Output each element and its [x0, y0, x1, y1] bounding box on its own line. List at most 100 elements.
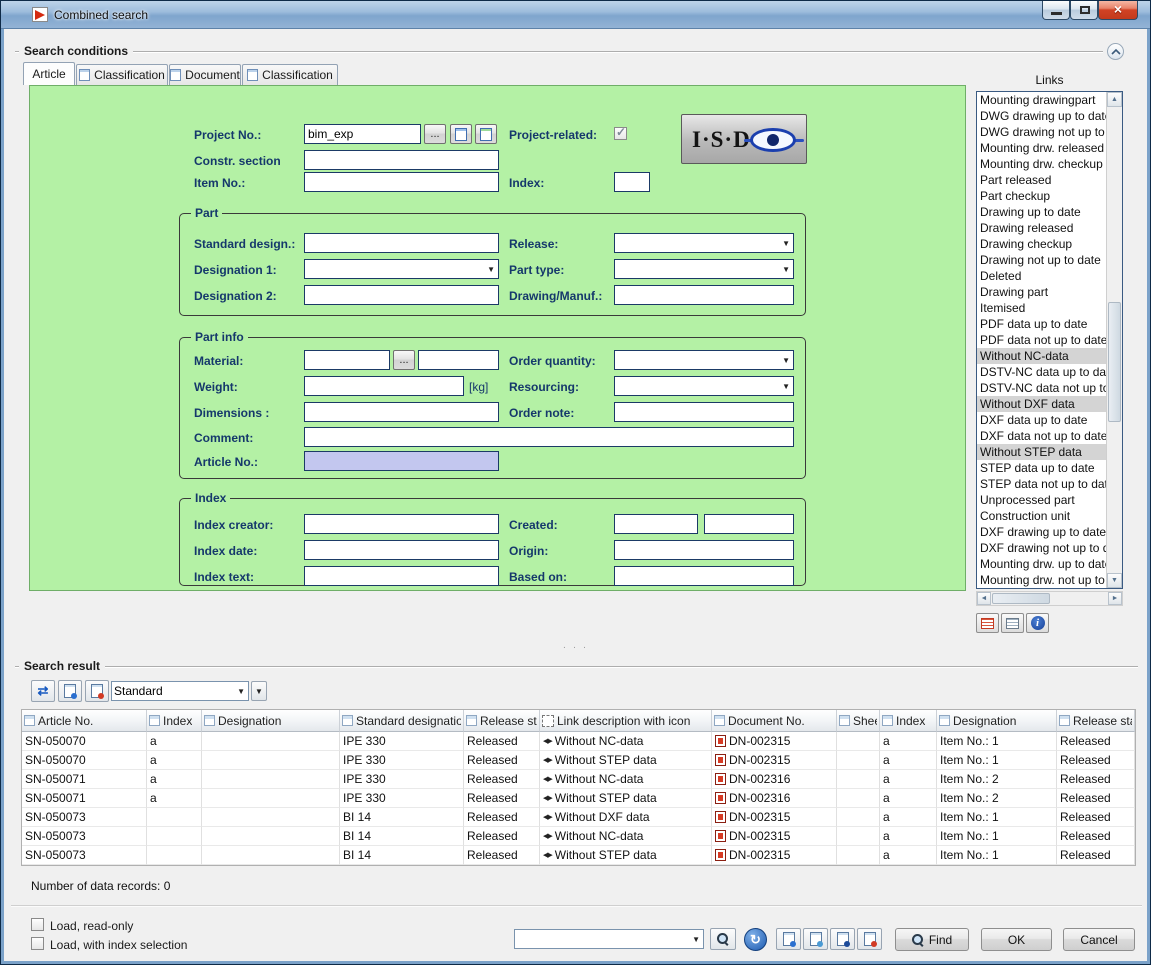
links-list-item[interactable]: Construction unit [977, 508, 1106, 524]
doc-export-button[interactable] [857, 928, 882, 950]
links-vertical-scrollbar[interactable]: ▲ ▼ [1106, 92, 1122, 588]
material-input-2[interactable] [418, 350, 499, 370]
resourcing-combo[interactable]: ▼ [614, 376, 794, 396]
links-list-item[interactable]: Mounting drw. not up to date [977, 572, 1106, 588]
dropdown-arrow-icon[interactable]: ▼ [692, 935, 700, 945]
column-header-release_status[interactable]: Release status [464, 710, 540, 732]
designation1-combo[interactable]: ▼ [304, 259, 499, 279]
column-header-release_status2[interactable]: Release status [1057, 710, 1135, 732]
dimensions-input[interactable] [304, 402, 499, 422]
view-select-value[interactable] [114, 683, 232, 699]
release-combo[interactable]: ▼ [614, 233, 794, 253]
scroll-up-button[interactable]: ▲ [1107, 92, 1122, 107]
links-list-item[interactable]: DSTV-NC data up to date [977, 364, 1106, 380]
project-select-button[interactable] [475, 124, 497, 144]
project-related-checkbox[interactable]: ✓ [614, 127, 627, 140]
scroll-left-button[interactable]: ◄ [977, 592, 991, 605]
tab-document[interactable]: Document [169, 64, 241, 85]
order-note-input[interactable] [614, 402, 794, 422]
splitter-handle[interactable]: · · · [1, 642, 1150, 653]
links-list-item[interactable]: Drawing released [977, 220, 1106, 236]
origin-input[interactable] [614, 540, 794, 560]
tab-classification-document[interactable]: Classification [242, 64, 338, 85]
dropdown-arrow-icon[interactable]: ▼ [782, 239, 790, 249]
tab-article[interactable]: Article [23, 62, 75, 85]
index-date-input[interactable] [304, 540, 499, 560]
links-list-item[interactable]: DXF data up to date [977, 412, 1106, 428]
column-header-index[interactable]: Index [147, 710, 202, 732]
based-on-input[interactable] [614, 566, 794, 586]
links-list-item[interactable]: STEP data up to date [977, 460, 1106, 476]
links-list-item[interactable]: STEP data not up to date [977, 476, 1106, 492]
weight-input[interactable] [304, 376, 464, 396]
order-quantity-combo[interactable]: ▼ [614, 350, 794, 370]
index-input[interactable] [614, 172, 650, 192]
article-no-input[interactable] [304, 451, 499, 471]
scroll-thumb[interactable] [1108, 302, 1121, 422]
constr-section-input[interactable] [304, 150, 499, 170]
view-select-combo[interactable]: ▼ [111, 681, 249, 701]
dropdown-arrow-icon[interactable]: ▼ [782, 265, 790, 275]
index-text-input[interactable] [304, 566, 499, 586]
links-list-item[interactable]: Itemised [977, 300, 1106, 316]
links-list-item[interactable]: Mounting drw. up to date [977, 556, 1106, 572]
standard-design-input[interactable] [304, 233, 499, 253]
created-input-2[interactable] [704, 514, 794, 534]
column-header-designation2[interactable]: Designation [937, 710, 1057, 732]
maximize-button[interactable] [1070, 1, 1098, 20]
save-view-button[interactable] [58, 680, 82, 702]
links-list-item[interactable]: Without DXF data [977, 396, 1106, 412]
result-row[interactable]: SN-050073BI 14Released◀▶Without DXF data… [22, 808, 1135, 827]
material-browse-button[interactable]: ... [393, 350, 415, 370]
project-info-button[interactable] [450, 124, 472, 144]
links-list-item[interactable]: Without STEP data [977, 444, 1106, 460]
view-options-button[interactable]: ▼ [251, 681, 267, 701]
dropdown-arrow-icon[interactable]: ▼ [237, 687, 245, 697]
index-creator-input[interactable] [304, 514, 499, 534]
links-list-item[interactable]: Part released [977, 172, 1106, 188]
advanced-search-button[interactable] [710, 928, 736, 950]
doc-view-button[interactable] [830, 928, 855, 950]
tab-classification-article[interactable]: Classification [76, 64, 168, 85]
part-type-combo[interactable]: ▼ [614, 259, 794, 279]
links-list-item[interactable]: Deleted [977, 268, 1106, 284]
result-row[interactable]: SN-050073BI 14Released◀▶Without NC-dataD… [22, 827, 1135, 846]
collapse-section-button[interactable] [1107, 43, 1124, 60]
created-input-1[interactable] [614, 514, 698, 534]
links-list-item[interactable]: Drawing not up to date [977, 252, 1106, 268]
links-list-item[interactable]: DSTV-NC data not up to date [977, 380, 1106, 396]
doc-transfer-button[interactable] [776, 928, 801, 950]
dropdown-arrow-icon[interactable]: ▼ [782, 356, 790, 366]
links-list-item[interactable]: Mounting drawingpart [977, 92, 1106, 108]
links-list-item[interactable]: PDF data not up to date [977, 332, 1106, 348]
reload-button[interactable]: ↻ [744, 928, 767, 951]
result-row[interactable]: SN-050073BI 14Released◀▶Without STEP dat… [22, 846, 1135, 865]
links-list-item[interactable]: Drawing part [977, 284, 1106, 300]
designation2-input[interactable] [304, 285, 499, 305]
load-index-checkbox[interactable] [31, 937, 44, 950]
links-list-item[interactable]: DWG drawing not up to date [977, 124, 1106, 140]
minimize-button[interactable] [1042, 1, 1070, 20]
scroll-right-button[interactable]: ► [1108, 592, 1122, 605]
links-list-item[interactable]: Mounting drw. checkup [977, 156, 1106, 172]
result-row[interactable]: SN-050071aIPE 330Released◀▶Without NC-da… [22, 770, 1135, 789]
links-list-item[interactable]: DXF data not up to date [977, 428, 1106, 444]
refresh-results-button[interactable]: ⇄ [31, 680, 55, 702]
scroll-thumb[interactable] [992, 593, 1050, 604]
links-list-item[interactable]: DXF drawing up to date [977, 524, 1106, 540]
column-header-index2[interactable]: Index [880, 710, 937, 732]
links-horizontal-scrollbar[interactable]: ◄ ► [976, 591, 1123, 606]
result-row[interactable]: SN-050071aIPE 330Released◀▶Without STEP … [22, 789, 1135, 808]
material-input-1[interactable] [304, 350, 390, 370]
ok-button[interactable]: OK [981, 928, 1052, 951]
project-browse-button[interactable]: ... [424, 124, 446, 144]
column-header-designation[interactable]: Designation [202, 710, 340, 732]
links-list-item[interactable]: Part checkup [977, 188, 1106, 204]
column-header-document_no[interactable]: Document No. [712, 710, 837, 732]
links-grid-red-button[interactable] [976, 613, 999, 633]
delete-view-button[interactable] [85, 680, 109, 702]
column-header-standard_designation[interactable]: Standard designation [340, 710, 464, 732]
column-header-sheet[interactable]: Sheet [837, 710, 880, 732]
links-grid-button[interactable] [1001, 613, 1024, 633]
links-list-item[interactable]: PDF data up to date [977, 316, 1106, 332]
